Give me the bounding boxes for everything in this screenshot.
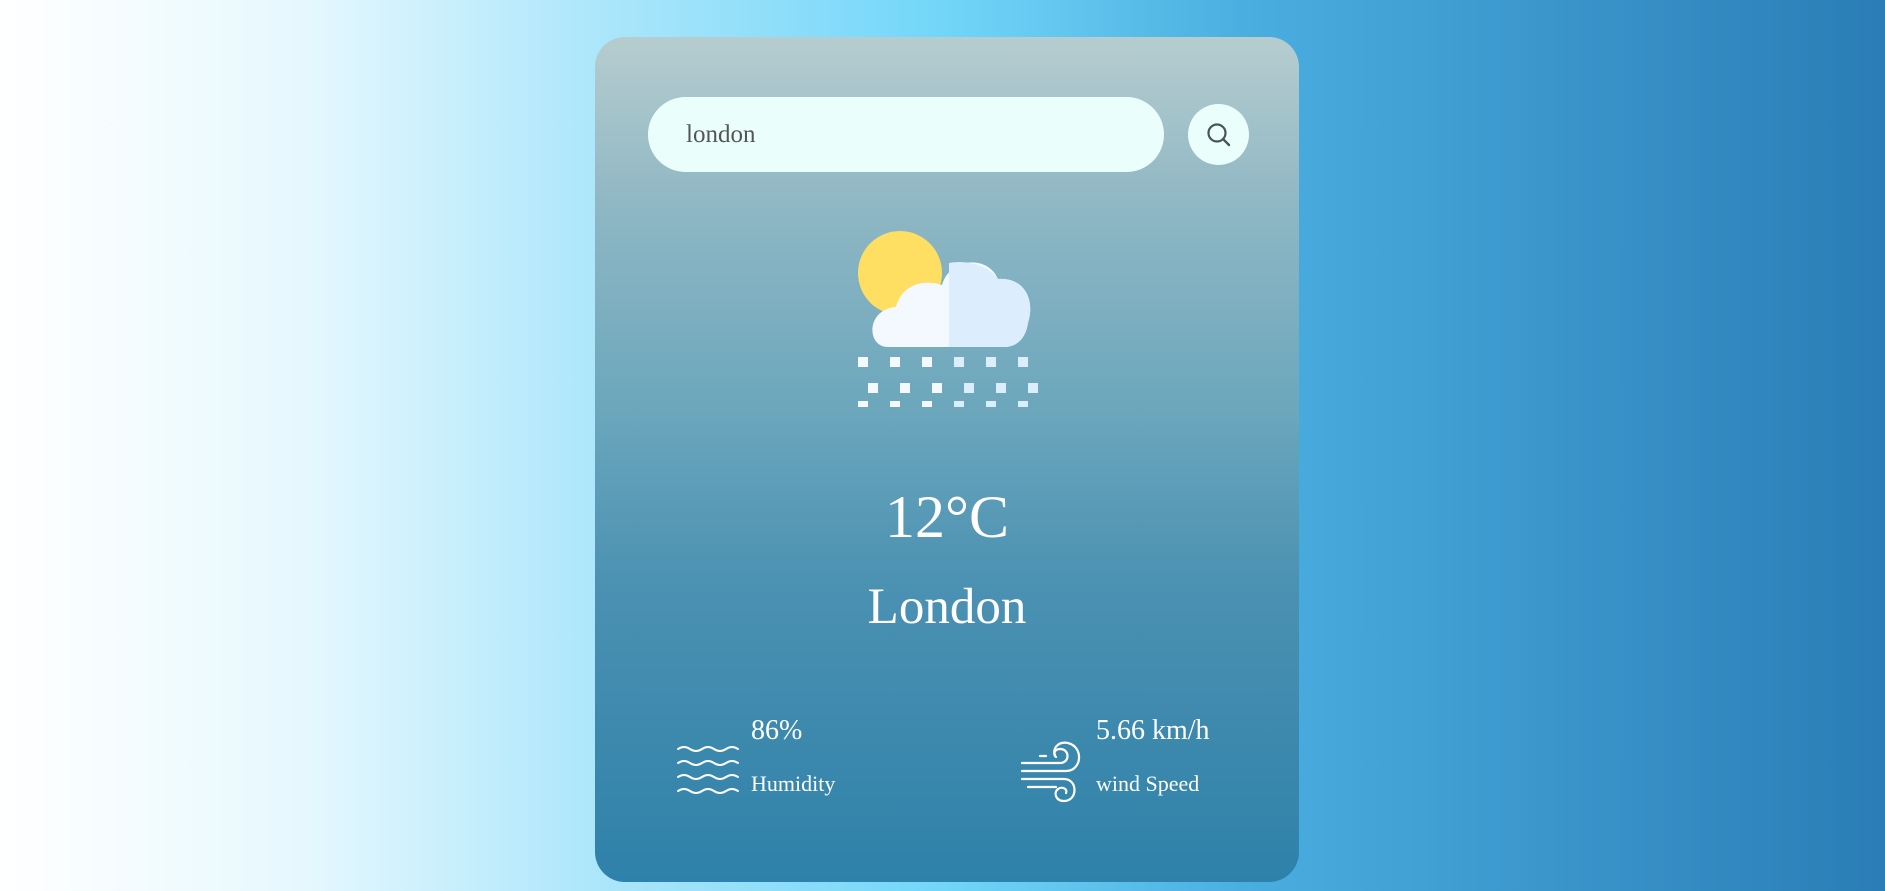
humidity-value: 86% (751, 715, 803, 746)
search-button[interactable] (1188, 104, 1249, 165)
wind-icon (1020, 741, 1081, 803)
snow-cloud-sun-icon (858, 231, 1038, 407)
wind-label: wind Speed (1096, 771, 1200, 796)
humidity-text: 86% Humidity (751, 717, 835, 795)
wind-text: 5.66 km/h wind Speed (1096, 717, 1210, 795)
search-input[interactable] (648, 97, 1164, 172)
humidity-label: Humidity (751, 771, 836, 796)
temperature: 12°C (884, 484, 1009, 550)
city-name: London (867, 579, 1027, 635)
humidity-detail: 86% Humidity (675, 707, 835, 805)
humidity-waves-icon (677, 746, 739, 794)
weather-card: 12°C London 86% Humidity (595, 37, 1299, 882)
search-icon (1206, 122, 1230, 146)
wind-value: 5.66 km/h (1096, 715, 1210, 746)
wind-detail: 5.66 km/h wind Speed (1020, 707, 1210, 805)
